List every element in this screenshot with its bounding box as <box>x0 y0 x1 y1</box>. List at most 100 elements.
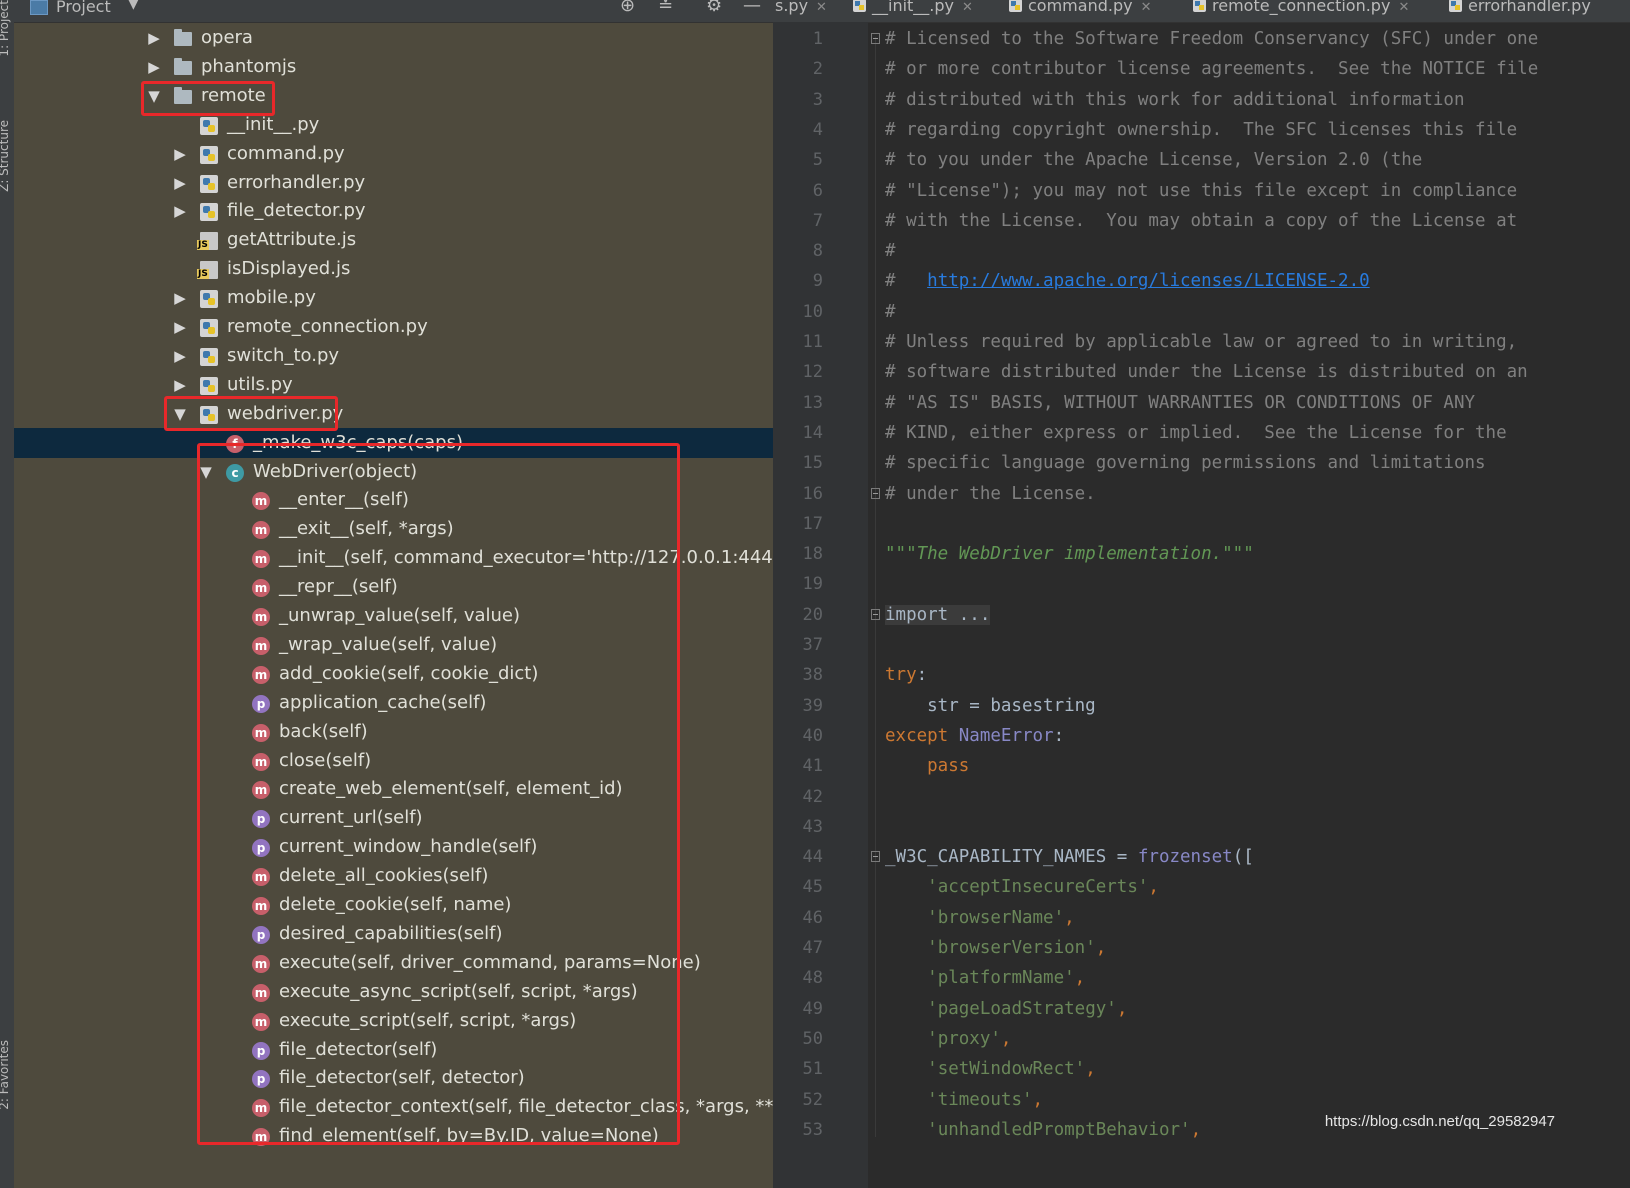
tree-item[interactable]: m execute(self, driver_command, params=No… <box>14 948 803 978</box>
code-line[interactable]: _W3C_CAPABILITY_NAMES = frozenset([ <box>885 842 1254 872</box>
code-line[interactable]: # "License"); you may not use this file … <box>885 176 1517 206</box>
chevron-right-icon[interactable]: ▶ <box>173 370 187 400</box>
tree-item[interactable]: m __enter__(self) <box>14 485 803 515</box>
code-line[interactable]: """The WebDriver implementation.""" <box>885 539 1254 569</box>
code-line[interactable]: 'platformName', <box>885 963 1085 993</box>
tree-item[interactable]: m delete_all_cookies(self) <box>14 861 803 891</box>
license-link[interactable]: http://www.apache.org/licenses/LICENSE-2… <box>927 271 1370 291</box>
chevron-right-icon[interactable]: ▶ <box>173 139 187 169</box>
tree-item[interactable]: getAttribute.js <box>14 225 803 255</box>
code-line[interactable]: # "AS IS" BASIS, WITHOUT WARRANTIES OR C… <box>885 388 1475 418</box>
tree-item[interactable]: m delete_cookie(self, name) <box>14 890 803 920</box>
project-panel-title[interactable]: Project <box>56 0 111 16</box>
code-line[interactable]: 'unhandledPromptBehavior', <box>885 1115 1201 1145</box>
editor-tab[interactable]: command.py ✕ <box>1009 0 1151 15</box>
tree-item[interactable]: ▼ webdriver.py <box>14 399 803 429</box>
chevron-right-icon[interactable]: ▶ <box>173 283 187 313</box>
code-line[interactable]: pass <box>885 751 969 781</box>
code-line[interactable]: # <box>885 297 896 327</box>
tree-item[interactable]: m execute_script(self, script, *args) <box>14 1006 803 1036</box>
code-line[interactable]: str = basestring <box>885 691 1096 721</box>
tree-item[interactable]: p desired_capabilities(self) <box>14 919 803 949</box>
editor-tab[interactable]: __init__.py ✕ <box>853 0 973 15</box>
tree-item[interactable]: ▼ remote <box>14 81 803 111</box>
close-icon[interactable]: ✕ <box>962 0 973 15</box>
fold-toggle-icon[interactable] <box>871 33 880 44</box>
tree-item[interactable]: m execute_async_script(self, script, *arg… <box>14 977 803 1007</box>
code-line[interactable]: 'browserVersion', <box>885 933 1106 963</box>
code-line[interactable]: 'acceptInsecureCerts', <box>885 872 1159 902</box>
tree-item[interactable]: m find_element(self, by=By.ID, value=None… <box>14 1121 803 1151</box>
tree-item[interactable]: ▶ errorhandler.py <box>14 168 803 198</box>
tree-item[interactable]: m create_web_element(self, element_id) <box>14 774 803 804</box>
project-tool-button[interactable]: 1: Project <box>0 0 11 57</box>
tree-item[interactable]: p application_cache(self) <box>14 688 803 718</box>
code-token[interactable]: import ... <box>885 604 991 625</box>
code-line[interactable]: # KIND, either express or implied. See t… <box>885 418 1507 448</box>
tree-item[interactable]: p current_url(self) <box>14 803 803 833</box>
editor-tab[interactable]: s.py ✕ <box>775 0 827 15</box>
code-editor[interactable]: s.py ✕ __init__.py ✕ command.py ✕ remote_conne… <box>773 0 1630 1188</box>
chevron-down-icon[interactable]: ▼ <box>199 457 213 487</box>
tree-item[interactable]: m __init__(self, command_executor='http:/… <box>14 543 803 573</box>
close-icon[interactable]: ✕ <box>1398 0 1409 15</box>
editor-tab[interactable]: remote_connection.py ✕ <box>1193 0 1409 15</box>
code-line[interactable]: # specific language governing permission… <box>885 448 1486 478</box>
code-line[interactable]: 'setWindowRect', <box>885 1054 1096 1084</box>
code-line[interactable]: # under the License. <box>885 479 1096 509</box>
gear-icon[interactable]: ⚙ <box>706 0 722 16</box>
code-line[interactable]: 'browserName', <box>885 903 1075 933</box>
code-line[interactable]: # with the License. You may obtain a cop… <box>885 206 1517 236</box>
fold-toggle-icon[interactable] <box>871 608 880 620</box>
editor-tab[interactable]: errorhandler.py <box>1449 0 1591 15</box>
fold-toggle-icon[interactable] <box>871 487 880 499</box>
code-line[interactable]: # http://www.apache.org/licenses/LICENSE… <box>885 266 1370 296</box>
tree-item[interactable]: ▶ utils.py <box>14 370 803 400</box>
tree-item[interactable]: ▶ switch_to.py <box>14 341 803 371</box>
tree-item[interactable]: __init__.py <box>14 110 803 140</box>
tree-item[interactable]: isDisplayed.js <box>14 254 803 284</box>
tree-item[interactable]: m back(self) <box>14 717 803 747</box>
code-line[interactable]: try: <box>885 660 927 690</box>
tree-item[interactable]: m _wrap_value(self, value) <box>14 630 803 660</box>
code-line[interactable]: # or more contributor license agreements… <box>885 54 1538 84</box>
tree-item[interactable]: m file_detector_context(self, file_detect… <box>14 1092 803 1122</box>
chevron-right-icon[interactable]: ▶ <box>173 312 187 342</box>
close-icon[interactable]: ✕ <box>816 0 827 15</box>
chevron-down-icon[interactable]: ▼ <box>173 399 187 429</box>
chevron-right-icon[interactable]: ▶ <box>147 52 161 82</box>
code-line[interactable]: import ... <box>885 600 991 630</box>
tree-item[interactable]: ▶ file_detector.py <box>14 196 803 226</box>
tree-item[interactable]: m close(self) <box>14 746 803 776</box>
code-line[interactable]: # to you under the Apache License, Versi… <box>885 145 1422 175</box>
tree-item[interactable]: p file_detector(self) <box>14 1035 803 1065</box>
chevron-right-icon[interactable]: ▶ <box>173 341 187 371</box>
favorites-tool-button[interactable]: 2: Favorites <box>0 1040 11 1110</box>
code-line[interactable]: except NameError: <box>885 721 1064 751</box>
close-icon[interactable]: ✕ <box>1141 0 1152 15</box>
tree-item[interactable]: m _unwrap_value(self, value) <box>14 601 803 631</box>
code-line[interactable]: # Licensed to the Software Freedom Conse… <box>885 24 1538 54</box>
tree-item[interactable]: ▶ opera <box>14 23 803 53</box>
tree-item[interactable]: ▶ remote_connection.py <box>14 312 803 342</box>
minimize-icon[interactable]: — <box>743 0 761 16</box>
tree-item[interactable]: m add_cookie(self, cookie_dict) <box>14 659 803 689</box>
tree-item[interactable]: ▶ command.py <box>14 139 803 169</box>
tree-item[interactable]: f _make_w3c_caps(caps) <box>14 427 803 458</box>
tree-item[interactable]: ▼ c WebDriver(object) <box>14 457 803 487</box>
tree-item[interactable]: ▶ phantomjs <box>14 52 803 82</box>
structure-tool-button[interactable]: Z: Structure <box>0 120 11 192</box>
chevron-right-icon[interactable]: ▶ <box>173 196 187 226</box>
code-line[interactable]: 'pageLoadStrategy', <box>885 994 1127 1024</box>
code-line[interactable]: # regarding copyright ownership. The SFC… <box>885 115 1517 145</box>
collapse-all-icon[interactable]: ≚ <box>658 0 673 16</box>
code-line[interactable]: # software distributed under the License… <box>885 357 1528 387</box>
chevron-right-icon[interactable]: ▶ <box>173 168 187 198</box>
code-line[interactable]: 'timeouts', <box>885 1085 1043 1115</box>
tree-item[interactable]: m __repr__(self) <box>14 572 803 602</box>
tree-item[interactable]: p file_detector(self, detector) <box>14 1063 803 1093</box>
chevron-down-icon[interactable]: ▼ <box>128 0 139 12</box>
chevron-down-icon[interactable]: ▼ <box>147 81 161 111</box>
tree-item[interactable]: p current_window_handle(self) <box>14 832 803 862</box>
code-line[interactable]: # Unless required by applicable law or a… <box>885 327 1517 357</box>
